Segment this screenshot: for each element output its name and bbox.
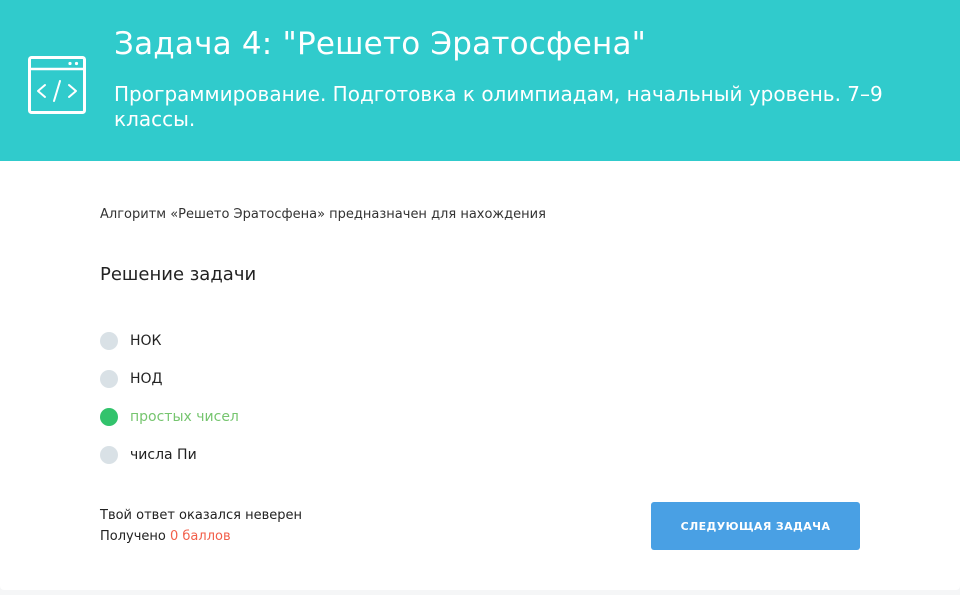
answer-option-label: числа Пи [130,447,197,463]
answer-option-pi[interactable]: числа Пи [100,436,239,474]
points-line: Получено 0 баллов [100,526,302,547]
task-header: Задача 4: "Решето Эратосфена" Программир… [0,0,960,161]
radio-button-selected[interactable] [100,408,118,426]
answer-option-prime-numbers[interactable]: простых чисел [100,398,239,436]
radio-button[interactable] [100,446,118,464]
answer-option-label: НОД [130,371,163,387]
answer-option-label-correct: простых чисел [130,409,239,425]
task-card: Задача 4: "Решето Эратосфена" Программир… [0,0,960,590]
next-task-button[interactable]: СЛЕДУЮЩАЯ ЗАДАЧА [651,502,860,550]
radio-button[interactable] [100,332,118,350]
result-block: Твой ответ оказался неверен Получено 0 б… [100,505,302,547]
answer-option-label: НОК [130,333,162,349]
solution-heading: Решение задачи [100,264,257,285]
answer-options: НОК НОД простых чисел числа Пи [100,322,239,474]
question-text: Алгоритм «Решето Эратосфена» предназначе… [100,207,546,222]
answer-option-nod[interactable]: НОД [100,360,239,398]
course-subtitle: Программирование. Подготовка к олимпиада… [114,82,883,131]
radio-button[interactable] [100,370,118,388]
result-message: Твой ответ оказался неверен [100,508,302,523]
points-prefix: Получено [100,529,170,544]
code-window-icon [28,56,86,114]
answer-option-nok[interactable]: НОК [100,322,239,360]
points-value: 0 баллов [170,529,231,544]
page-title: Задача 4: "Решето Эратосфена" [114,26,647,62]
